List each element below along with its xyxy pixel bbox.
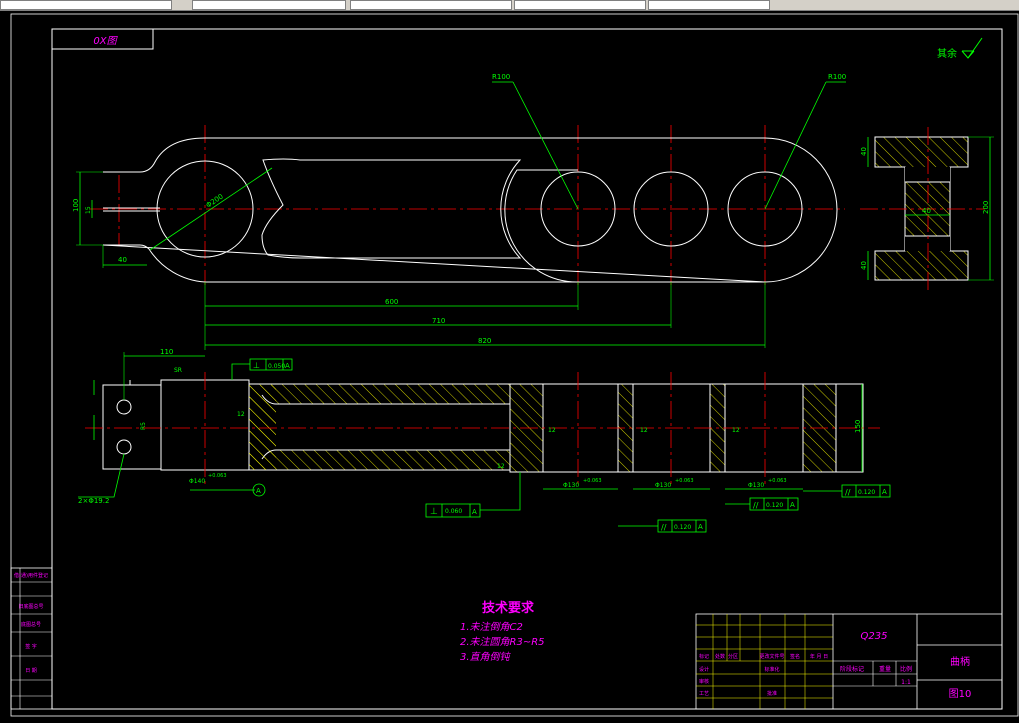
- roughness-note: 其余: [937, 47, 957, 60]
- perp-bot-datum: A: [472, 508, 477, 516]
- stage-label: 阶段标记: [840, 665, 864, 673]
- bore3-dia: Φ130: [748, 482, 764, 489]
- perp-symbol-bot: ⊥: [430, 507, 438, 517]
- side-dim-h200: 200: [982, 201, 990, 214]
- bore2-dia: Φ130: [655, 482, 671, 489]
- tech-title: 技术要求: [482, 600, 535, 616]
- dim-r5: R5: [140, 422, 147, 430]
- par2-datum: A: [882, 488, 887, 496]
- h-sign: 签名: [790, 653, 800, 660]
- datum-a-symbol: A: [256, 487, 261, 495]
- perp-top-tol: 0.050: [268, 363, 285, 370]
- par1-datum: A: [790, 501, 795, 509]
- side-dim-t40-bot: 40: [860, 261, 868, 270]
- side-row-1: 借(通)用件登记: [14, 572, 48, 579]
- par-symbol-1: //: [753, 501, 759, 510]
- side-row-5: 日 期: [25, 668, 37, 674]
- dim-w40: 40: [118, 256, 127, 264]
- row-check: 审核: [699, 678, 709, 685]
- part-name: 曲柄: [950, 655, 970, 668]
- h-zone: 分区: [728, 653, 738, 660]
- tech-note-2: 2.未注圆角R3~R5: [460, 636, 545, 648]
- h-mark: 标记: [699, 653, 709, 660]
- drawing-canvas[interactable]: 0X图 其余 R100 R100 Φ200 100 15 40 600 710 …: [0, 10, 1019, 723]
- bore2-tol: +0.063: [675, 478, 694, 484]
- h-date: 年 月 日: [810, 653, 828, 660]
- dim-d140: Φ140: [189, 478, 205, 485]
- side-dim-t40-top: 40: [860, 147, 868, 156]
- section-view: 110 ⊥ 0.050 A SR R5 Φ140 +0.063 A 2×Φ19.…: [78, 348, 891, 533]
- linetype-dropdown[interactable]: [350, 0, 512, 10]
- side-view: 40 40 40 200: [860, 127, 994, 290]
- drawing-number: 图10: [949, 688, 972, 700]
- side-table: 借(通)用件登记 旧底图总号 底图总号 签 字 日 期: [10, 567, 53, 710]
- dim-r100-left: R100: [492, 73, 510, 81]
- h-count: 处数: [715, 653, 725, 660]
- side-row-4: 签 字: [25, 643, 37, 650]
- row-std: 标准化: [764, 666, 779, 673]
- dim-sr: SR: [174, 367, 182, 374]
- bore1-tol: +0.063: [583, 478, 602, 484]
- title-block: Q235 曲柄 图10 阶段标记 重量 比例 1:1 标记 处数 分区 更改文件…: [695, 613, 1003, 710]
- side-row-3: 底图总号: [21, 621, 41, 628]
- weight-label: 重量: [879, 665, 891, 673]
- par1-tol: 0.120: [766, 502, 783, 509]
- technical-requirements: 技术要求 1.未注倒角C2 2.未注圆角R3~R5 3.直角倒钝: [460, 600, 545, 663]
- roughness-symbol: 其余: [937, 37, 983, 60]
- row-proc: 工艺: [699, 691, 709, 697]
- dim-h100: 100: [72, 199, 80, 212]
- dim-l600: 600: [385, 298, 398, 306]
- dim-d200: Φ200: [205, 192, 225, 209]
- roughness-b3: 12: [732, 427, 740, 434]
- bore1-dia: Φ130: [563, 482, 579, 489]
- row-design: 设计: [699, 666, 709, 673]
- dim-l820: 820: [478, 337, 491, 345]
- row-approve: 批准: [767, 690, 777, 697]
- perp-top-datum: A: [285, 362, 290, 370]
- lineweight-dropdown[interactable]: [514, 0, 646, 10]
- dim-d140-tol: +0.063: [208, 473, 227, 479]
- dim-l110: 110: [160, 348, 173, 356]
- h-docno: 更改文件号: [759, 653, 784, 660]
- sheet-code: 0X图: [93, 36, 118, 47]
- plotstyle-dropdown[interactable]: [648, 0, 770, 10]
- color-dropdown[interactable]: [192, 0, 346, 10]
- bore3-tol: +0.063: [768, 478, 787, 484]
- dim-holes: 2×Φ19.2: [78, 497, 109, 505]
- perp-bot-tol: 0.060: [445, 508, 462, 515]
- side-dim-t40-mid: 40: [922, 207, 931, 215]
- par-symbol-2: //: [845, 488, 851, 497]
- side-row-2: 旧底图总号: [18, 603, 43, 610]
- roughness-b2: 12: [640, 427, 648, 434]
- par3-datum: A: [698, 523, 703, 531]
- small-dim: 12: [497, 463, 505, 470]
- scale-label: 比例: [900, 665, 912, 673]
- tech-note-1: 1.未注倒角C2: [460, 621, 523, 633]
- par2-tol: 0.120: [858, 489, 875, 496]
- dim-r100-right: R100: [828, 73, 846, 81]
- par3-tol: 0.120: [674, 524, 691, 531]
- dim-slot: 15: [85, 206, 92, 214]
- scale-value: 1:1: [901, 679, 911, 686]
- roughness-left: 12: [237, 411, 245, 418]
- roughness-b1: 12: [548, 427, 556, 434]
- par-symbol-3: //: [661, 523, 667, 532]
- tech-note-3: 3.直角倒钝: [460, 651, 512, 663]
- layer-dropdown[interactable]: [0, 0, 172, 10]
- dim-h150: 150: [854, 420, 862, 433]
- material: Q235: [861, 631, 888, 642]
- perp-symbol-top: ⊥: [253, 361, 260, 370]
- plan-view: R100 R100 Φ200 100 15 40 600 710 820: [72, 73, 846, 350]
- dim-l710: 710: [432, 317, 445, 325]
